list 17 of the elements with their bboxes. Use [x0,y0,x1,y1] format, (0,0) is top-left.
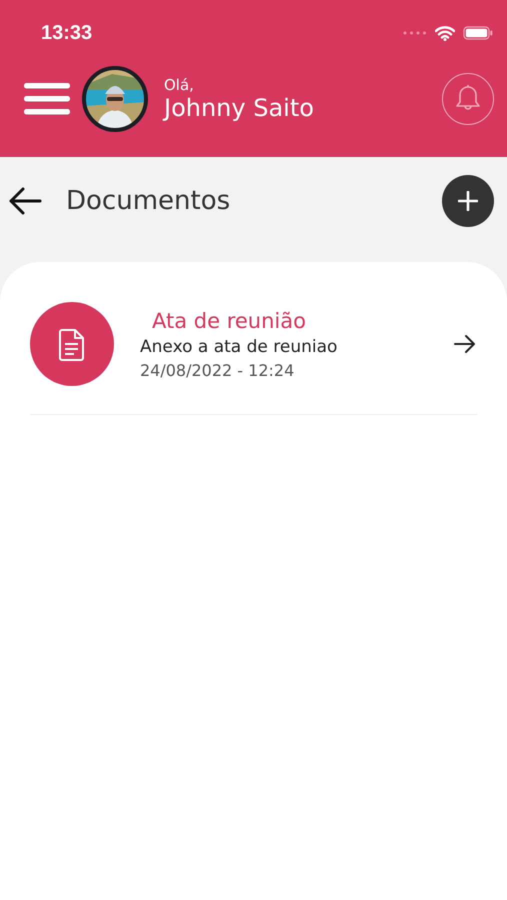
back-arrow-icon[interactable] [8,187,42,215]
document-title: Ata de reunião [152,308,307,332]
signal-icon [403,31,427,35]
document-description: Anexo a ata de reuniao [140,336,338,356]
plus-icon [458,191,478,211]
document-icon [30,302,114,386]
battery-icon [463,26,493,40]
greeting-text: Olá, [164,76,195,94]
arrow-right-icon [453,334,477,354]
menu-icon[interactable] [24,83,70,115]
add-button[interactable] [442,175,494,227]
user-name: Johnny Saito [164,94,315,122]
page-title: Documentos [66,186,232,216]
document-date: 24/08/2022 - 12:24 [140,360,296,380]
status-time: 13:33 [41,22,92,44]
wifi-icon [435,26,455,40]
document-item[interactable]: Ata de reunião Anexo a ata de reuniao 24/08/2022 - 12:24 [30,262,477,415]
